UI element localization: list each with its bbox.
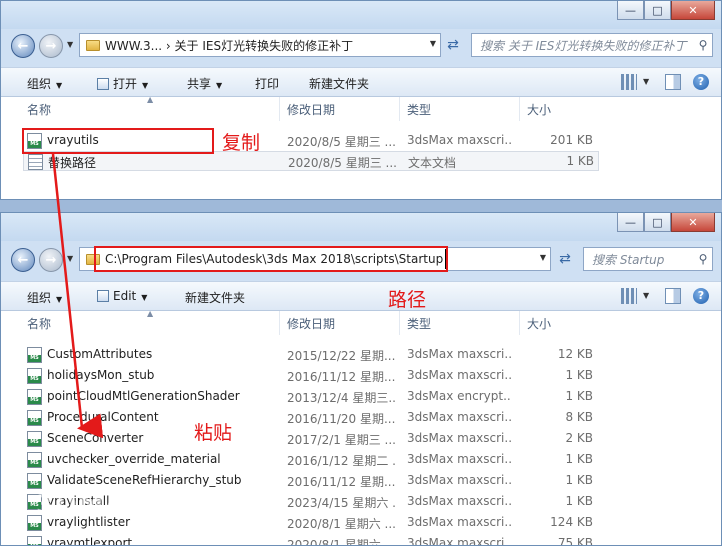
copy-paste-arrow	[51, 153, 104, 439]
red-arrow-icon	[51, 153, 104, 439]
watermark: 3DMAX.COM	[36, 490, 228, 520]
